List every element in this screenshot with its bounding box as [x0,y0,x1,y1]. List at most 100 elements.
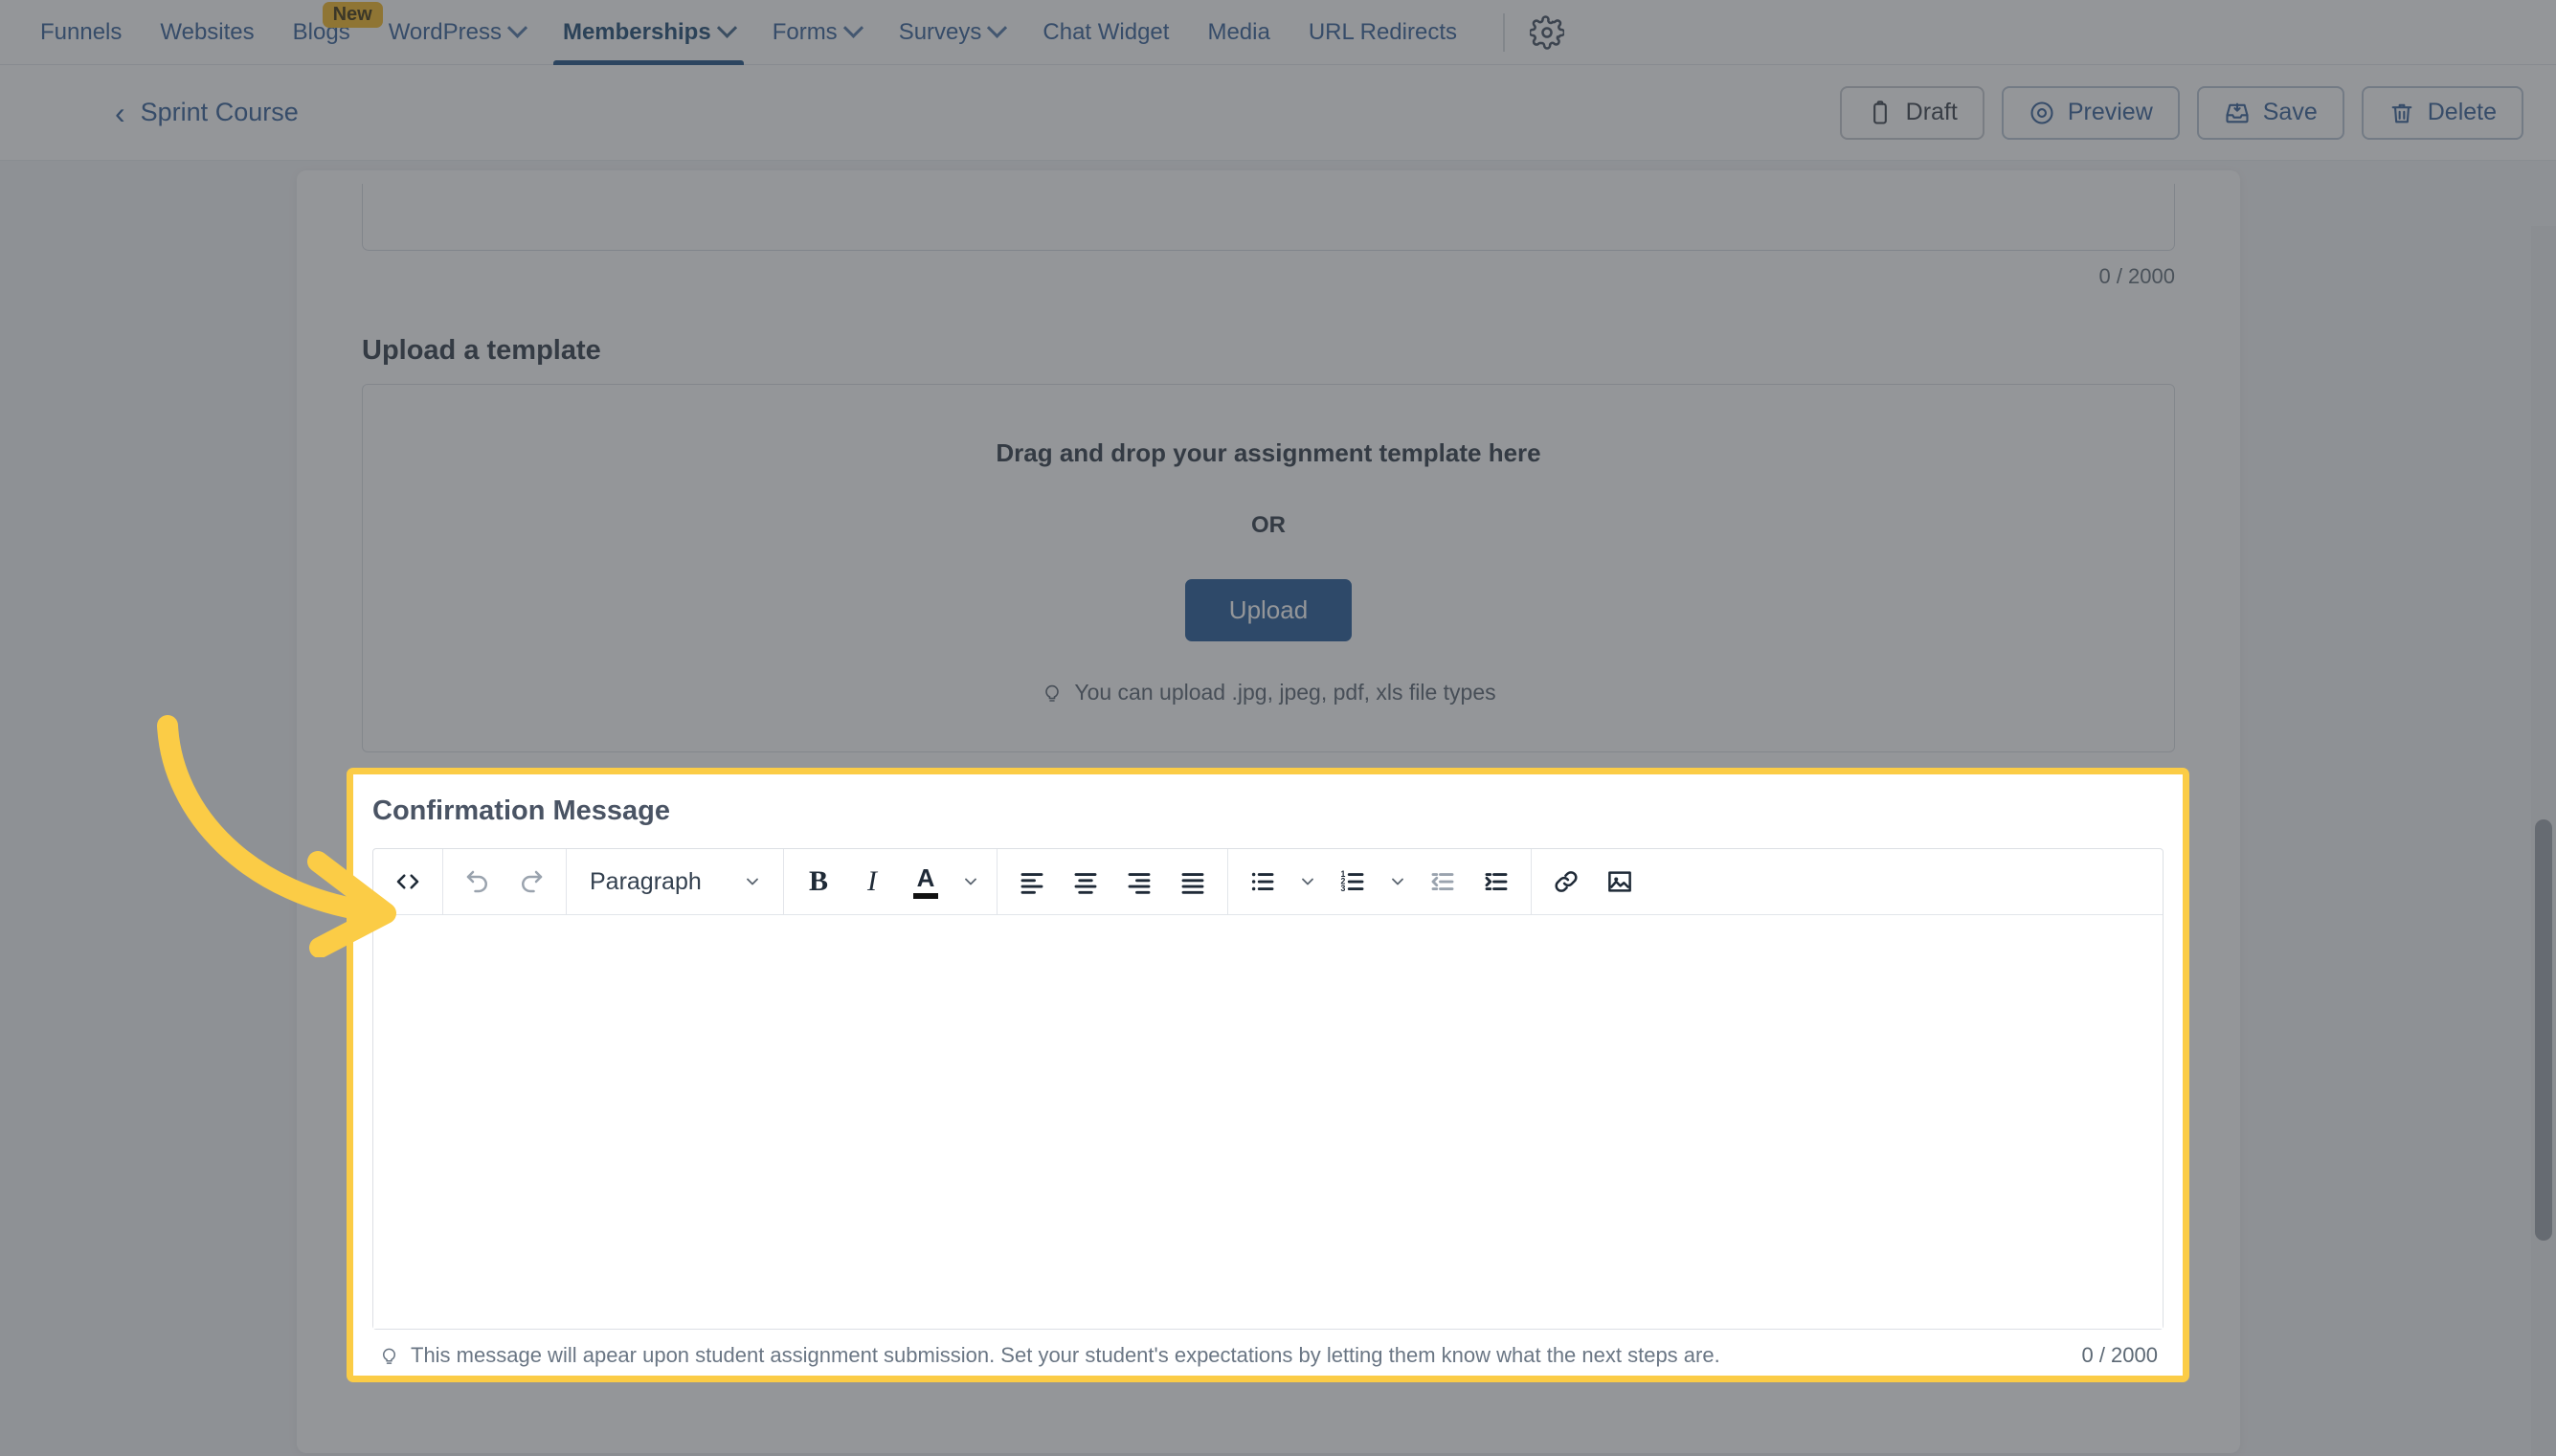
screen: Funnels Websites Blogs New WordPress Mem… [0,0,2556,1456]
nav-item-funnels[interactable]: Funnels [21,0,141,65]
align-justify-icon [1181,873,1204,894]
lightbulb-icon [383,1348,395,1364]
chevron-down-icon [965,878,976,885]
trash-icon [2391,103,2412,123]
rich-text-editor: Paragraph B I A 1 2 3 [372,848,2164,1330]
undo-icon [466,870,487,893]
nav-item-websites[interactable]: Websites [141,0,273,65]
insert-image-button[interactable] [1593,855,1647,908]
redo-button[interactable] [504,855,558,908]
nav-item-surveys[interactable]: Surveys [880,0,1024,65]
align-right-icon [1128,873,1151,894]
bullet-list-button[interactable] [1236,855,1289,908]
clipboard-icon [1872,100,1887,124]
preview-label: Preview [2067,99,2153,125]
italic-button[interactable]: I [845,855,899,908]
undo-button[interactable] [451,855,504,908]
chevron-left-icon: ‹ [115,95,125,130]
align-center-button[interactable] [1059,855,1112,908]
confirmation-hint-text: This message will apear upon student ass… [411,1343,1720,1367]
link-icon [1555,871,1578,892]
numbered-list-button[interactable]: 1 2 3 [1326,855,1379,908]
confirmation-message-section: Confirmation Message Paragraph B I A 1 2… [347,768,2189,1382]
delete-label: Delete [2427,99,2497,125]
align-center-icon [1074,873,1097,894]
gear-icon [1529,14,1564,50]
italic-label: I [867,865,877,897]
draft-button[interactable]: Draft [1839,85,1984,140]
header-actions: Draft Preview Save Delete [1839,85,2523,140]
redo-icon [522,870,543,893]
bullet-list-icon [1251,872,1274,891]
nav-label: URL Redirects [1308,18,1457,45]
nav-item-media[interactable]: Media [1188,0,1289,65]
nav-item-wordpress[interactable]: WordPress [370,0,544,65]
save-button[interactable]: Save [2196,85,2344,140]
chevron-down-icon [1392,878,1403,885]
preview-button[interactable]: Preview [2001,85,2180,140]
main-navigation: Funnels Websites Blogs New WordPress Mem… [0,0,2556,65]
toolbar-group-alignment [998,848,1228,915]
nav-item-blogs[interactable]: Blogs New [274,0,383,65]
bullet-list-dropdown[interactable] [1289,855,1326,908]
nav-item-forms[interactable]: Forms [753,0,880,65]
confirmation-counter: 0 / 2000 [2081,1343,2158,1367]
nav-item-memberships[interactable]: Memberships [544,0,753,65]
upload-section: Upload a template Drag and drop your ass… [297,335,2240,752]
nav-label: Memberships [562,18,711,45]
chevron-down-icon [716,17,737,38]
text-color-swatch [913,892,938,899]
nav-label: Funnels [40,18,123,45]
confirmation-hint: This message will apear upon student ass… [378,1343,1720,1368]
delete-button[interactable]: Delete [2361,85,2523,140]
dropzone-or: OR [1251,512,1286,538]
nav-item-chat-widget[interactable]: Chat Widget [1023,0,1188,65]
description-counter: 0 / 2000 [2098,264,2175,288]
chevron-down-icon [842,17,863,38]
text-color-label: A [916,862,935,892]
editor-toolbar: Paragraph B I A 1 2 3 [373,848,2163,915]
align-left-button[interactable] [1005,855,1059,908]
nav-item-url-redirects[interactable]: URL Redirects [1289,0,1476,65]
text-color-button[interactable]: A [899,855,953,908]
breadcrumb-label: Sprint Course [140,98,299,126]
save-inbox-icon [2226,102,2249,123]
indent-button[interactable] [1469,855,1523,908]
description-textarea[interactable] [362,184,2175,251]
align-right-button[interactable] [1112,855,1166,908]
toolbar-group-block-format: Paragraph [567,848,784,915]
nav-label: Websites [160,18,255,45]
block-format-value: Paragraph [590,867,702,895]
confirmation-footer: This message will apear upon student ass… [372,1330,2164,1368]
nav-label: Chat Widget [1043,18,1170,45]
svg-text:3: 3 [1341,884,1346,893]
page-scrollbar-track[interactable] [2531,226,2556,1456]
draft-label: Draft [1905,99,1958,125]
insert-link-button[interactable] [1539,855,1593,908]
outdent-button[interactable] [1416,855,1469,908]
outdent-icon [1431,873,1454,890]
upload-button[interactable]: Upload [1184,579,1353,641]
lightbulb-icon [1045,684,1060,702]
block-format-select[interactable]: Paragraph [574,855,775,908]
settings-button[interactable] [1520,6,1574,59]
image-icon [1608,871,1631,892]
annotation-arrow [157,715,396,957]
toolbar-group-lists: 1 2 3 [1228,848,1532,915]
numbered-list-dropdown[interactable] [1379,855,1416,908]
save-label: Save [2262,99,2318,125]
chevron-down-icon [506,17,528,38]
align-justify-button[interactable] [1166,855,1220,908]
toolbar-group-history [443,848,567,915]
breadcrumb-back[interactable]: ‹ Sprint Course [115,98,299,128]
align-left-icon [1020,873,1043,894]
text-color-dropdown[interactable] [953,855,989,908]
upload-section-title: Upload a template [362,335,601,366]
nav-label: Forms [772,18,838,45]
confirmation-message-title: Confirmation Message [372,795,670,826]
editor-content-area[interactable] [373,915,2163,1329]
file-dropzone[interactable]: Drag and drop your assignment template h… [362,384,2175,752]
nav-label: WordPress [388,18,502,45]
page-scrollbar-thumb[interactable] [2535,819,2552,1241]
bold-button[interactable]: B [792,855,845,908]
